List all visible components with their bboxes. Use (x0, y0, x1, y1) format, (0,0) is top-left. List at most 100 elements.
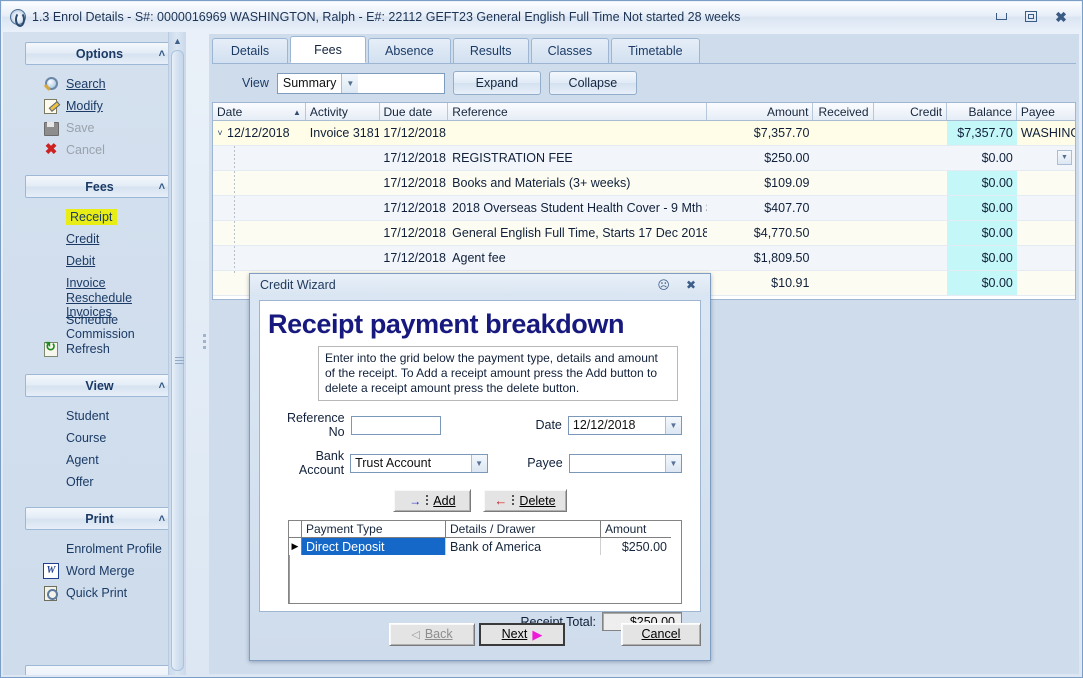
view-select[interactable]: Summary ▼ (277, 73, 445, 94)
tree-line-icon (227, 196, 241, 220)
chevron-down-icon[interactable]: ▼ (665, 455, 681, 472)
sidebar-item-offer[interactable]: Offer (25, 471, 174, 493)
cell-due-date: 17/12/2018 (379, 171, 448, 195)
column-header-payment-type[interactable]: Payment Type (302, 521, 446, 538)
sidebar-item-student[interactable]: Student (25, 405, 174, 427)
tab-fees[interactable]: Fees (290, 36, 366, 63)
sidebar-item-save[interactable]: Save (25, 117, 174, 139)
sidebar-item-agent[interactable]: Agent (25, 449, 174, 471)
column-header-due-date[interactable]: Due date (380, 103, 449, 120)
cell-payment-type[interactable]: Direct Deposit (302, 538, 446, 555)
column-label: Received (818, 105, 868, 119)
panel-fees-header[interactable]: Fees ˄ (25, 175, 174, 198)
sidebar-item-credit[interactable]: Credit (25, 228, 174, 250)
column-header-credit[interactable]: Credit (874, 103, 948, 120)
column-header-payee[interactable]: Payee (1017, 103, 1075, 120)
panel-view-header[interactable]: View ˄ (25, 374, 174, 397)
column-header-activity[interactable]: Activity (306, 103, 380, 120)
tab-classes[interactable]: Classes (531, 38, 609, 63)
dialog-title-bar: Credit Wizard ☹︎ ✖ (250, 274, 710, 296)
delete-button[interactable]: ← Delete (483, 489, 566, 512)
chevron-down-icon[interactable]: ▼ (665, 417, 681, 434)
sidebar-item-word-merge[interactable]: W Word Merge (25, 560, 174, 582)
cell-credit (874, 196, 948, 220)
sidebar-item-schedule-commission[interactable]: Schedule Commission (25, 316, 174, 338)
column-header-reference[interactable]: Reference (448, 103, 707, 120)
fees-grid[interactable]: Date ▲ Activity Due date Reference Amoun… (212, 102, 1076, 300)
cell-credit (874, 171, 948, 195)
column-header-amount[interactable]: Amount (601, 521, 671, 538)
column-header-date[interactable]: Date ▲ (213, 103, 306, 120)
chevron-up-icon: ˄ (159, 513, 165, 525)
sidebar-item-receipt[interactable]: Receipt (25, 206, 174, 228)
minimize-button[interactable] (987, 7, 1015, 27)
panel-splitter[interactable] (201, 331, 207, 391)
maximize-button[interactable] (1017, 7, 1045, 27)
cell-amount[interactable]: $250.00 (601, 538, 671, 555)
panel-print-header[interactable]: Print ˄ (25, 507, 174, 530)
tab-timetable[interactable]: Timetable (611, 38, 699, 63)
table-row[interactable]: 17/12/2018 REGISTRATION FEE $250.00 $0.0… (213, 146, 1075, 171)
column-header-amount[interactable]: Amount (707, 103, 813, 120)
cell-received (813, 146, 873, 170)
tab-details[interactable]: Details (212, 38, 288, 63)
spacer-icon (43, 297, 59, 313)
column-label: Payee (1021, 105, 1055, 119)
tab-label: Absence (385, 44, 434, 58)
panel-fees-title: Fees (85, 180, 114, 194)
sidebar-scrollbar[interactable]: ▲ (168, 32, 186, 675)
row-dropdown-button[interactable]: ▼ (1057, 150, 1072, 165)
sidebar-item-debit[interactable]: Debit (25, 250, 174, 272)
cell-credit (874, 146, 948, 170)
bank-account-select[interactable]: Trust Account ▼ (350, 454, 487, 473)
tab-results[interactable]: Results (453, 38, 529, 63)
panel-options-header[interactable]: Options ˄ (25, 42, 174, 65)
sidebar-item-search[interactable]: Search (25, 73, 174, 95)
reference-no-input[interactable] (351, 416, 441, 435)
chevron-down-icon[interactable]: ▼ (341, 74, 358, 93)
payee-select[interactable]: ▼ (569, 454, 682, 473)
table-row[interactable]: 17/12/2018 2018 Overseas Student Health … (213, 196, 1075, 221)
back-button[interactable]: ◁ Back (389, 623, 475, 646)
payment-grid[interactable]: Payment Type Details / Drawer Amount ▶ D… (288, 520, 682, 604)
close-icon[interactable]: ✖ (686, 279, 696, 291)
date-input[interactable]: 12/12/2018 ▼ (568, 416, 682, 435)
column-header-details-drawer[interactable]: Details / Drawer (446, 521, 601, 538)
tab-label: Timetable (628, 44, 682, 58)
sidebar-item-quick-print[interactable]: Quick Print (25, 582, 174, 604)
tab-absence[interactable]: Absence (368, 38, 451, 63)
payee-label: Payee (526, 456, 563, 470)
column-header-received[interactable]: Received (813, 103, 873, 120)
help-icon[interactable]: ☹︎ (657, 279, 670, 291)
table-row[interactable]: 17/12/2018 Agent fee $1,809.50 $0.00 (213, 246, 1075, 271)
table-row[interactable]: ˅ 12/12/2018 Invoice 31818 17/12/2018 $7… (213, 121, 1075, 146)
dialog-body: Receipt payment breakdown Enter into the… (259, 300, 701, 612)
add-button[interactable]: → Add (393, 489, 471, 512)
table-row[interactable]: 17/12/2018 Books and Materials (3+ weeks… (213, 171, 1075, 196)
column-label: Details / Drawer (450, 522, 535, 536)
sidebar-item-label: Modify (66, 99, 103, 113)
sidebar-item-enrolment-profile[interactable]: Enrolment Profile (25, 538, 174, 560)
expand-button[interactable]: Expand (453, 71, 541, 95)
scroll-up-icon[interactable]: ▲ (170, 34, 185, 48)
next-label: Next (502, 627, 528, 641)
cell-details-drawer[interactable]: Bank of America (446, 538, 601, 555)
payment-grid-row[interactable]: ▶ Direct Deposit Bank of America $250.00 (289, 538, 681, 555)
scrollbar-thumb[interactable] (171, 50, 184, 671)
table-row[interactable]: 17/12/2018 General English Full Time, St… (213, 221, 1075, 246)
panel-options-body: Search Modify Save ✖ Cancel (25, 65, 174, 165)
next-button[interactable]: Next ▶ (479, 623, 565, 646)
sidebar-item-cancel[interactable]: ✖ Cancel (25, 139, 174, 161)
sidebar-item-modify[interactable]: Modify (25, 95, 174, 117)
collapse-button[interactable]: Collapse (549, 71, 637, 95)
sidebar-item-refresh[interactable]: Refresh (25, 338, 174, 360)
close-button[interactable]: ✖ (1047, 7, 1075, 27)
add-arrow-icon: → (409, 494, 421, 508)
column-label: Balance (969, 105, 1012, 119)
column-header-balance[interactable]: Balance (947, 103, 1017, 120)
chevron-down-icon[interactable]: ▼ (471, 455, 487, 472)
panel-partial-header[interactable] (25, 665, 174, 675)
cancel-button[interactable]: Cancel (621, 623, 701, 646)
expander-icon[interactable]: ˅ (213, 128, 227, 138)
sidebar-item-course[interactable]: Course (25, 427, 174, 449)
